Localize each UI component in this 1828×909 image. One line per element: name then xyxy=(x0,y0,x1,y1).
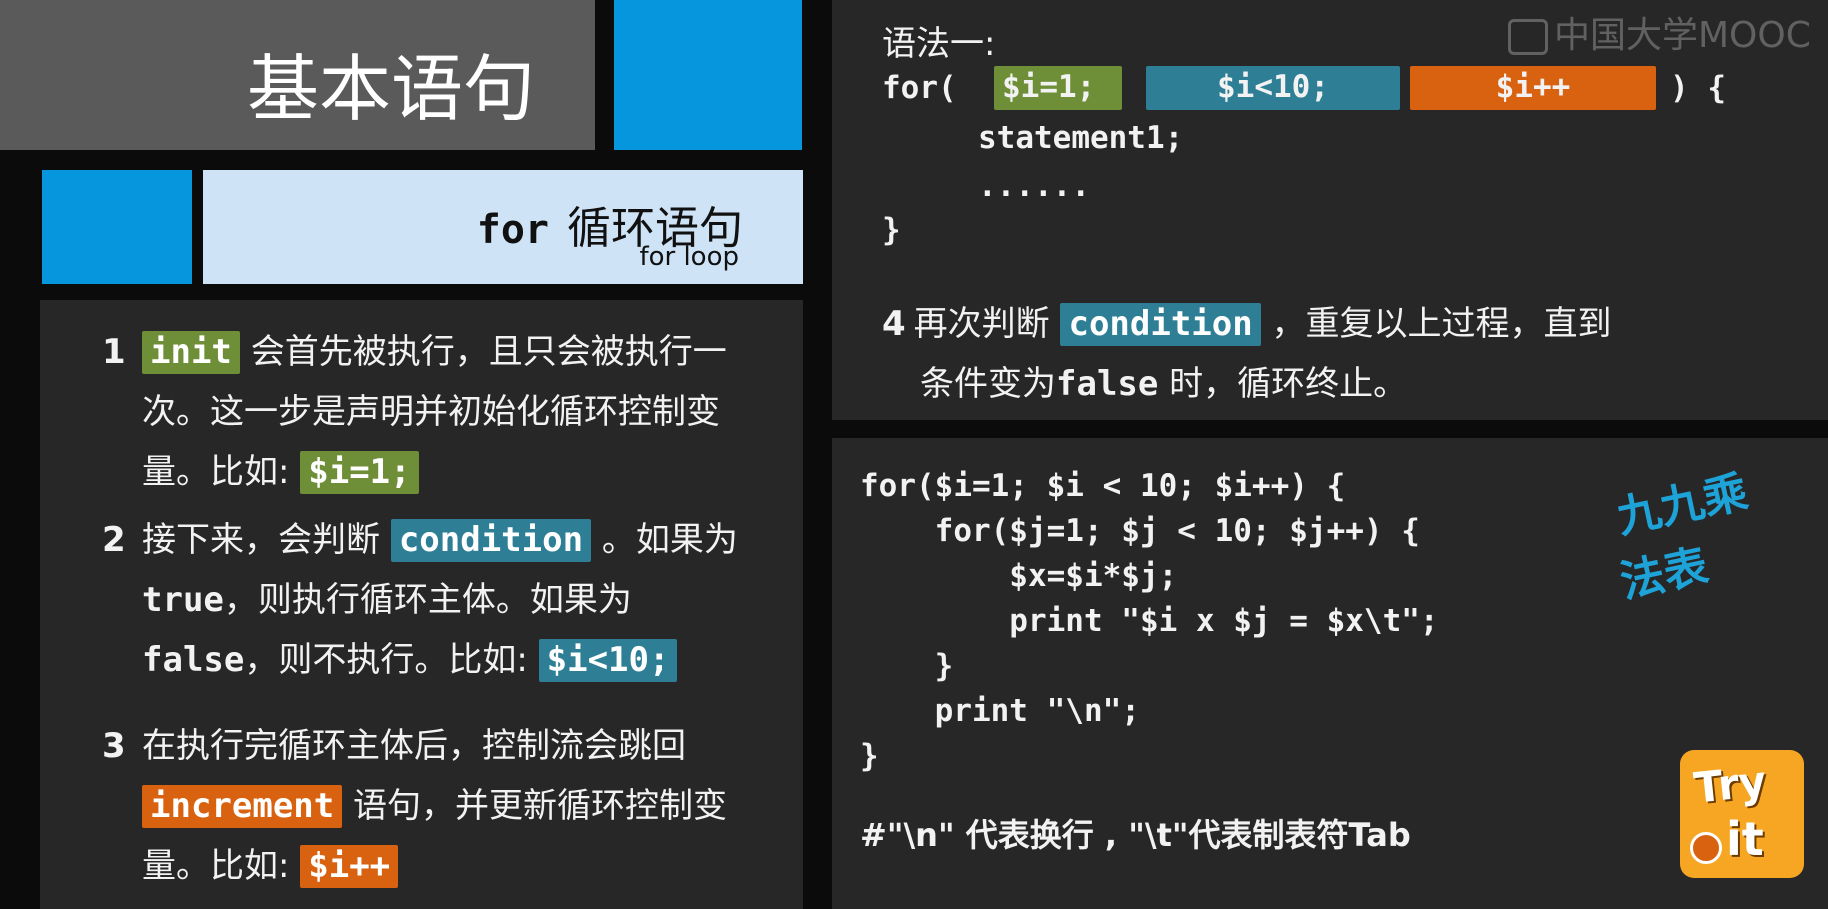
text-run: 在执行完循环主体后，控制流会跳回 xyxy=(142,726,686,766)
syntax-body: statement1; xyxy=(978,120,1184,156)
code-line: } xyxy=(860,738,879,774)
syntax-label: 语法一: xyxy=(882,24,996,64)
step4-before: 再次判断 xyxy=(913,304,1061,344)
syntax-increment-tag: $i++ xyxy=(1410,66,1656,110)
try-label: Try xyxy=(1691,756,1769,813)
code-comment: #"\n" 代表换行 , "\t"代表制表符Tab xyxy=(860,816,1411,854)
text-run: 接下来，会判断 xyxy=(142,520,391,560)
step4-text: 4 再次判断 condition ，重复以上过程，直到 条件变为false 时，循… xyxy=(882,294,1782,414)
syntax-for-open: for( xyxy=(882,70,957,106)
text-run: ，则执行循环主体。如果为 xyxy=(223,580,632,620)
step4-condition-tag: condition xyxy=(1060,303,1261,347)
step4-after: ，重复以上过程，直到 xyxy=(1260,304,1612,344)
step4-number: 4 xyxy=(882,304,906,344)
syntax-close-brace: } xyxy=(882,212,901,248)
step4-line2-a: 条件变为 xyxy=(920,364,1056,404)
handwritten-note: 九九乘 法表 xyxy=(1610,456,1766,608)
explanation-item: 1 init 会首先被执行，且只会被执行一次。这一步是声明并初始化循环控制变量。比… xyxy=(102,322,762,502)
mooc-watermark: 中国大学MOOC xyxy=(1508,6,1811,58)
syntax-for-close: ) { xyxy=(1670,70,1726,106)
code-tag: $i++ xyxy=(300,845,399,889)
item-number: 3 xyxy=(102,726,126,766)
subtitle-keyword: for xyxy=(476,207,549,253)
code-line: } xyxy=(860,648,954,684)
example-panel: for($i=1; $i < 10; $i++) { for($j=1; $j … xyxy=(832,438,1828,909)
item-text: 接下来，会判断 condition 。如果为 true，则执行循环主体。如果为 fa… xyxy=(142,510,762,690)
code-line: print "\n"; xyxy=(860,693,1140,729)
explanation-panel: 1 init 会首先被执行，且只会被执行一次。这一步是声明并初始化循环控制变量。比… xyxy=(40,300,803,909)
code-line: print "$i x $j = $x\t"; xyxy=(860,603,1439,639)
explanation-item: 2 接下来，会判断 condition 。如果为 true，则执行循环主体。如果为 f… xyxy=(102,510,762,690)
text-run: ，则不执行。比如: xyxy=(244,640,539,680)
code-tag: condition xyxy=(390,519,592,563)
explanation-item: 3 在执行完循环主体后，控制流会跳回 increment 语句，并更新循环控制变量… xyxy=(102,716,762,896)
it-label: it xyxy=(1726,812,1764,866)
item-text: 在执行完循环主体后，控制流会跳回 increment 语句，并更新循环控制变量。… xyxy=(142,716,762,896)
text-run: 。如果为 xyxy=(591,520,738,560)
step4-line2-b: 时，循环终止。 xyxy=(1158,364,1408,404)
syntax-init-tag: $i=1; xyxy=(994,66,1122,110)
mooc-logo-icon xyxy=(1508,19,1548,55)
code-tag: $i<10; xyxy=(538,639,678,683)
code-tag: init xyxy=(142,331,240,375)
code-tag: increment xyxy=(142,785,343,829)
badge-dot-icon xyxy=(1690,832,1722,864)
try-it-badge[interactable]: Try it xyxy=(1680,750,1804,878)
keyword: true xyxy=(142,580,224,620)
code-tag: $i=1; xyxy=(300,451,419,495)
page-title: 基本语句 xyxy=(246,47,535,131)
code-line: for($j=1; $j < 10; $j++) { xyxy=(860,513,1420,549)
syntax-condition-tag: $i<10; xyxy=(1146,66,1400,110)
syntax-dots: ...... xyxy=(978,168,1090,204)
watermark-text: 中国大学MOOC xyxy=(1554,15,1811,56)
decor-blue-square-top xyxy=(614,0,802,150)
keyword: false xyxy=(142,640,245,680)
item-text: init 会首先被执行，且只会被执行一次。这一步是声明并初始化循环控制变量。比如… xyxy=(142,322,762,502)
item-number: 1 xyxy=(102,332,126,372)
code-line: $x=$i*$j; xyxy=(860,558,1178,594)
title-banner: 基本语句 xyxy=(0,0,595,150)
subtitle-box: for 循环语句 for loop xyxy=(203,170,803,284)
decor-blue-square-left xyxy=(42,170,192,284)
code-line: for($i=1; $i < 10; $i++) { xyxy=(860,468,1346,504)
step4-false: false xyxy=(1056,364,1159,404)
syntax-panel: 语法一: for( $i=1; $i<10; $i++ ) { statemen… xyxy=(832,0,1828,420)
item-number: 2 xyxy=(102,520,126,560)
subtitle-english: for loop xyxy=(639,242,739,272)
